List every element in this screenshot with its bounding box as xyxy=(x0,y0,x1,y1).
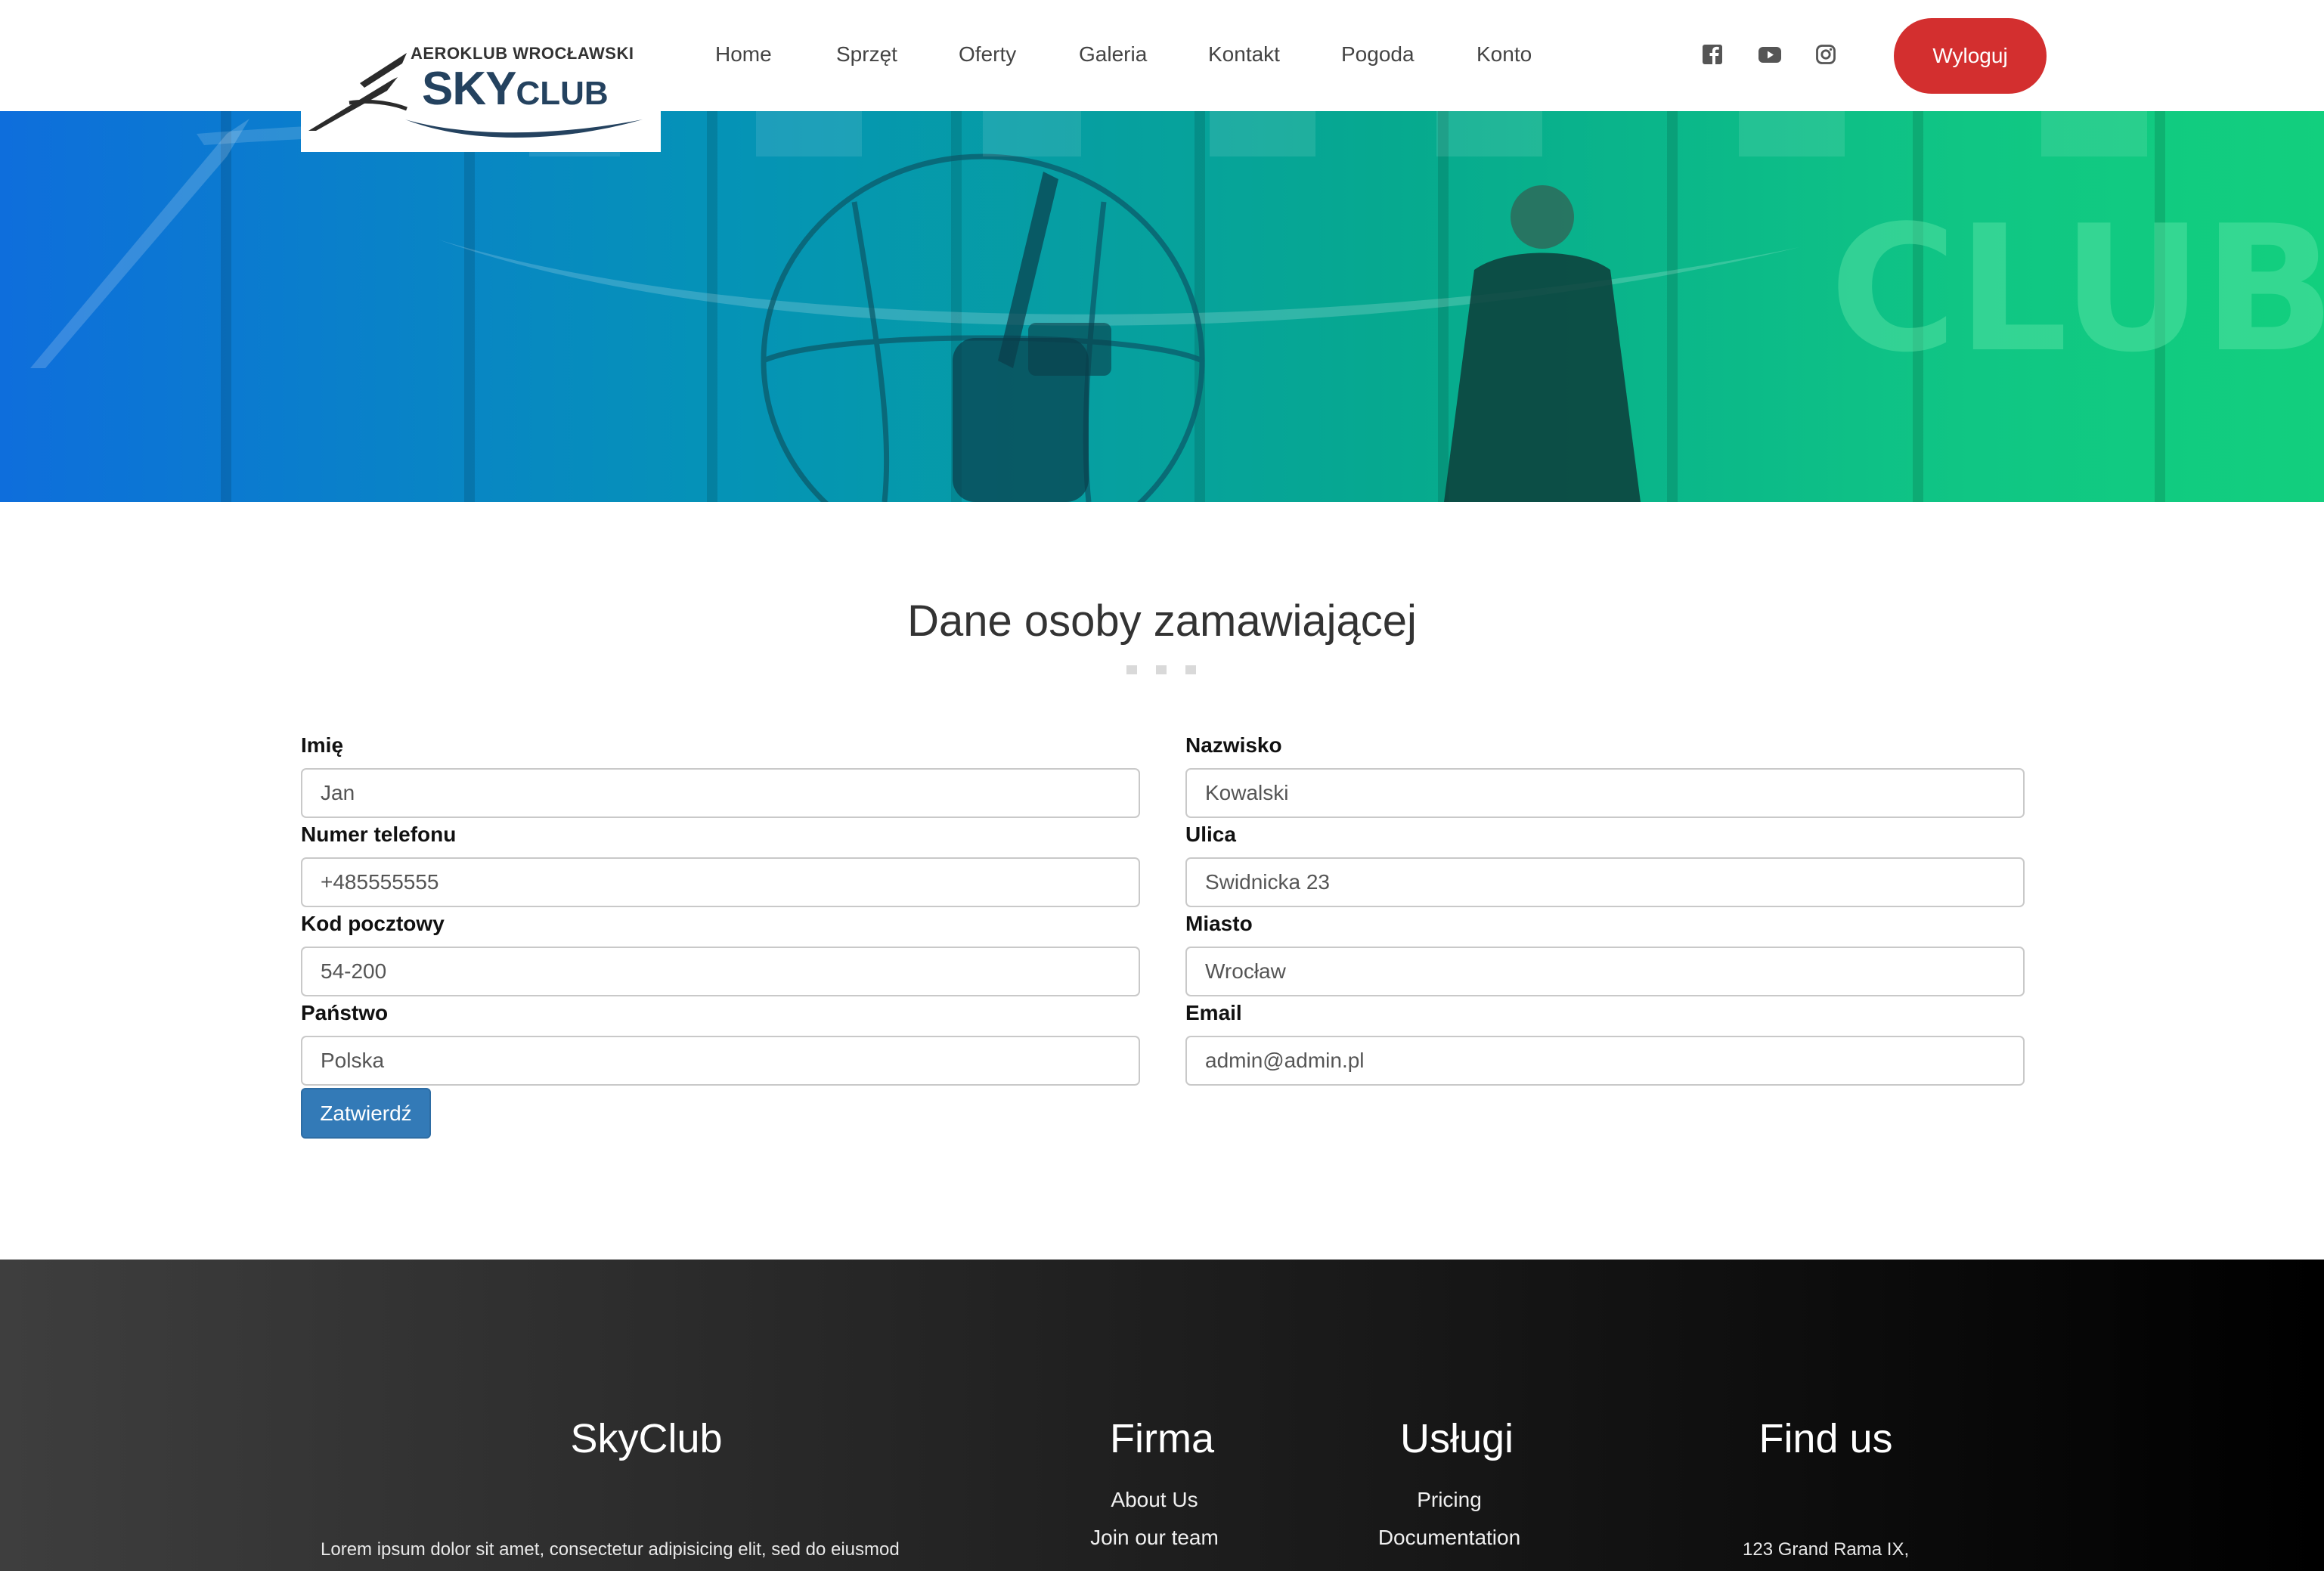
postal-code-input[interactable] xyxy=(301,947,1140,996)
nav-link-oferty[interactable]: Oferty xyxy=(959,42,1016,67)
hero-banner: CLUB xyxy=(0,111,2324,502)
city-input[interactable] xyxy=(1185,947,2025,996)
nav-link-kontakt[interactable]: Kontakt xyxy=(1208,42,1280,67)
instagram-icon[interactable] xyxy=(1815,44,1836,65)
email-label: Email xyxy=(1185,1001,1242,1024)
site-footer: SkyClub Lorem ipsum dolor sit amet, cons… xyxy=(0,1260,2324,1571)
country-input[interactable] xyxy=(301,1036,1140,1086)
facebook-icon[interactable] xyxy=(1702,44,1723,65)
footer-company-heading: Firma xyxy=(1110,1416,1214,1461)
footer-findus-heading: Find us xyxy=(1758,1416,1893,1461)
footer-brand-heading: SkyClub xyxy=(570,1416,723,1461)
logout-button[interactable]: Wyloguj xyxy=(1894,18,2047,94)
footer-link-pricing[interactable]: Pricing xyxy=(1417,1488,1482,1512)
site-logo[interactable]: AEROKLUB WROCŁAWSKI SKYCLUB xyxy=(301,30,661,152)
footer-link-join[interactable]: Join our team xyxy=(1090,1526,1219,1550)
youtube-icon[interactable] xyxy=(1758,44,1782,65)
first-name-label: Imię xyxy=(301,733,344,757)
phone-label: Numer telefonu xyxy=(301,823,457,846)
nav-link-sprzet[interactable]: Sprzęt xyxy=(836,42,897,67)
footer-services-heading: Usługi xyxy=(1399,1416,1514,1461)
logo-sky: SKY xyxy=(422,63,516,115)
footer-brand-text: Lorem ipsum dolor sit amet, consectetur … xyxy=(321,1539,900,1560)
hero-club-text: CLUB xyxy=(1830,189,2324,391)
country-label: Państwo xyxy=(301,1001,389,1024)
logo-club: CLUB xyxy=(516,75,609,112)
street-input[interactable] xyxy=(1185,857,2025,907)
street-label: Ulica xyxy=(1185,823,1236,846)
last-name-label: Nazwisko xyxy=(1185,733,1282,757)
email-input[interactable] xyxy=(1185,1036,2025,1086)
hero-background-graphic: CLUB xyxy=(30,111,2324,502)
logo-subtitle: AEROKLUB WROCŁAWSKI xyxy=(411,44,634,63)
nav-link-galeria[interactable]: Galeria xyxy=(1079,42,1147,67)
logo-title: SKYCLUB xyxy=(422,62,609,116)
submit-button[interactable]: Zatwierdź xyxy=(301,1088,431,1139)
footer-link-documentation[interactable]: Documentation xyxy=(1378,1526,1520,1550)
footer-link-about[interactable]: About Us xyxy=(1111,1488,1198,1512)
phone-input[interactable] xyxy=(301,857,1140,907)
page-title: Dane osoby zamawiającej xyxy=(907,596,1417,646)
nav-link-home[interactable]: Home xyxy=(715,42,772,67)
footer-address: 123 Grand Rama IX, xyxy=(1743,1539,1910,1560)
nav-link-pogoda[interactable]: Pogoda xyxy=(1341,42,1415,67)
postal-code-label: Kod pocztowy xyxy=(301,912,445,935)
last-name-input[interactable] xyxy=(1185,768,2025,818)
first-name-input[interactable] xyxy=(301,768,1140,818)
city-label: Miasto xyxy=(1185,912,1253,935)
nav-link-konto[interactable]: Konto xyxy=(1477,42,1532,67)
